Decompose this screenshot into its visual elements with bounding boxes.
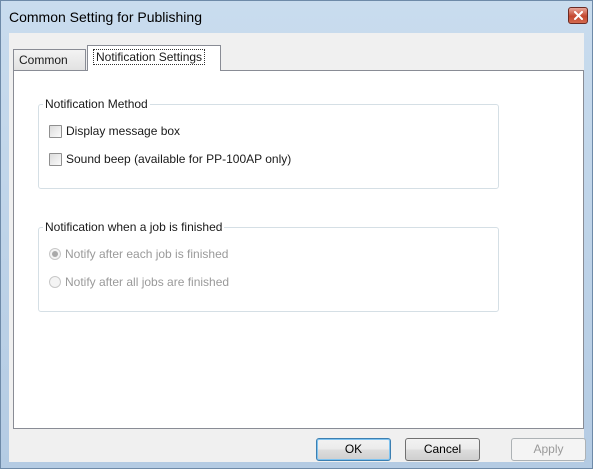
notification-finish-group: Notification when a job is finished Noti…	[38, 220, 499, 312]
notify-all-jobs-label: Notify after all jobs are finished	[65, 275, 230, 289]
tab-panel-notification-settings: Notification Method Display message box …	[13, 70, 584, 429]
tab-common-label: Common	[19, 53, 68, 67]
display-message-box-option[interactable]: Display message box	[49, 123, 180, 139]
display-message-box-checkbox[interactable]	[49, 124, 62, 138]
close-button[interactable]	[568, 7, 588, 24]
cancel-button[interactable]: Cancel	[405, 438, 480, 461]
ok-button[interactable]: OK	[316, 438, 391, 461]
notification-finish-legend: Notification when a job is finished	[43, 220, 225, 234]
title-bar[interactable]: Common Setting for Publishing	[1, 1, 592, 33]
window-title: Common Setting for Publishing	[9, 9, 202, 25]
sound-beep-label: Sound beep (available for PP-100AP only)	[66, 152, 292, 166]
close-icon	[574, 11, 583, 20]
tab-notification-settings-label: Notification Settings	[93, 49, 206, 65]
notification-method-legend: Notification Method	[43, 97, 150, 111]
apply-button[interactable]: Apply	[511, 438, 586, 461]
notify-all-jobs-option[interactable]: Notify after all jobs are finished	[49, 274, 229, 290]
dialog-window: Common Setting for Publishing Common Not…	[0, 0, 593, 469]
notify-each-job-label: Notify after each job is finished	[65, 247, 229, 261]
sound-beep-checkbox[interactable]	[49, 152, 62, 166]
notification-method-group: Notification Method Display message box …	[38, 97, 499, 189]
display-message-box-label: Display message box	[66, 124, 181, 138]
notify-all-jobs-radio[interactable]	[49, 276, 61, 288]
sound-beep-option[interactable]: Sound beep (available for PP-100AP only)	[49, 151, 291, 167]
notify-each-job-radio[interactable]	[49, 248, 61, 260]
notify-each-job-option[interactable]: Notify after each job is finished	[49, 246, 228, 262]
tab-common[interactable]: Common	[13, 49, 86, 70]
dialog-client-area: Common Notification Settings Notificatio…	[9, 33, 586, 462]
tab-notification-settings[interactable]: Notification Settings	[87, 45, 221, 71]
